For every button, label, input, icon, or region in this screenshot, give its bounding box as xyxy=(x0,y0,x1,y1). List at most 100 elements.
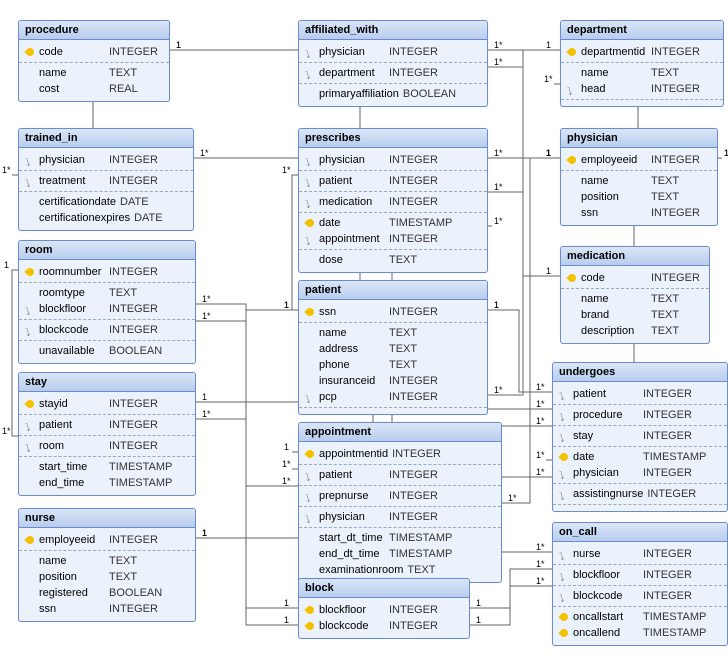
primary-key-icon xyxy=(567,273,577,283)
column-row: physicianINTEGER xyxy=(25,152,187,168)
primary-key-icon xyxy=(305,449,315,459)
entity-on_call[interactable]: on_callnurseINTEGERblockfloorINTEGERbloc… xyxy=(552,522,728,646)
column-row: end_timeTIMESTAMP xyxy=(25,475,189,491)
column-row: patientINTEGER xyxy=(559,386,721,402)
entity-affiliated_with[interactable]: affiliated_withphysicianINTEGERdepartmen… xyxy=(298,20,488,107)
column-row: roomtypeTEXT xyxy=(25,285,189,301)
column-type: INTEGER xyxy=(651,205,700,221)
relationship-line xyxy=(486,310,552,392)
column-type: INTEGER xyxy=(109,152,158,168)
column-row: examinationroomTEXT xyxy=(305,562,495,578)
entity-undergoes[interactable]: undergoespatientINTEGERprocedureINTEGERs… xyxy=(552,362,728,512)
cardinality-one: 1 xyxy=(546,148,551,158)
column-row: blockfloorINTEGER xyxy=(25,301,189,317)
column-type: INTEGER xyxy=(647,486,696,502)
cardinality-many: 1* xyxy=(536,416,545,426)
column-type: DATE xyxy=(120,194,149,210)
blank-icon xyxy=(567,326,577,336)
column-type: INTEGER xyxy=(389,488,438,504)
column-type: INTEGER xyxy=(643,386,692,402)
entity-stay[interactable]: staystayidINTEGERpatientINTEGERroomINTEG… xyxy=(18,372,196,496)
cardinality-one: 1 xyxy=(494,300,499,310)
entity-procedure[interactable]: procedurecodeINTEGERnameTEXTcostREAL xyxy=(18,20,170,102)
entity-medication[interactable]: medicationcodeINTEGERnameTEXTbrandTEXTde… xyxy=(560,246,710,344)
column-name: head xyxy=(581,81,647,97)
column-name: room xyxy=(39,438,105,454)
entity-title: block xyxy=(299,579,469,598)
column-type: INTEGER xyxy=(109,438,158,454)
entity-title: trained_in xyxy=(19,129,193,148)
column-type: INTEGER xyxy=(389,304,438,320)
relationship-line xyxy=(194,321,298,625)
blank-icon xyxy=(305,360,315,370)
foreign-key-icon xyxy=(25,420,35,430)
column-name: start_dt_time xyxy=(319,530,385,546)
column-type: INTEGER xyxy=(651,44,700,60)
column-name: name xyxy=(319,325,385,341)
entity-title: on_call xyxy=(553,523,727,542)
column-type: TEXT xyxy=(651,189,679,205)
column-name: position xyxy=(39,569,105,585)
entity-title: appointment xyxy=(299,423,501,442)
blank-icon xyxy=(25,68,35,78)
entity-block[interactable]: blockblockfloorINTEGERblockcodeINTEGER xyxy=(298,578,470,639)
entity-title: undergoes xyxy=(553,363,727,382)
foreign-key-icon xyxy=(559,591,569,601)
column-row: addressTEXT xyxy=(305,341,481,357)
cardinality-one: 1 xyxy=(546,148,551,158)
cardinality-one: 1 xyxy=(284,615,289,625)
column-row: positionTEXT xyxy=(25,569,189,585)
cardinality-one: 1 xyxy=(476,615,481,625)
entity-trained_in[interactable]: trained_inphysicianINTEGERtreatmentINTEG… xyxy=(18,128,194,231)
column-name: primaryaffiliation xyxy=(319,86,399,102)
column-name: blockfloor xyxy=(39,301,105,317)
primary-key-icon xyxy=(567,47,577,57)
cardinality-many: 1* xyxy=(494,216,503,226)
foreign-key-icon xyxy=(567,84,577,94)
blank-icon xyxy=(25,604,35,614)
column-row: stayINTEGER xyxy=(559,428,721,444)
column-name: phone xyxy=(319,357,385,373)
column-row: physicianINTEGER xyxy=(305,152,481,168)
column-name: name xyxy=(39,553,105,569)
column-type: DATE xyxy=(134,210,163,226)
blank-icon xyxy=(567,208,577,218)
cardinality-many: 1* xyxy=(202,409,211,419)
column-type: INTEGER xyxy=(109,417,158,433)
entity-room[interactable]: roomroomnumberINTEGERroomtypeTEXTblockfl… xyxy=(18,240,196,364)
primary-key-icon xyxy=(25,399,35,409)
column-row: primaryaffiliationBOOLEAN xyxy=(305,86,481,102)
column-name: dose xyxy=(319,252,385,268)
column-name: address xyxy=(319,341,385,357)
column-name: department xyxy=(319,65,385,81)
blank-icon xyxy=(305,89,315,99)
relationship-line xyxy=(486,50,560,67)
column-row: nameTEXT xyxy=(305,325,481,341)
entity-physician[interactable]: physicianemployeeidINTEGERnameTEXTpositi… xyxy=(560,128,718,226)
column-name: examinationroom xyxy=(319,562,403,578)
cardinality-one: 1 xyxy=(284,442,289,452)
column-name: name xyxy=(39,65,105,81)
foreign-key-icon xyxy=(305,512,315,522)
entity-patient[interactable]: patientssnINTEGERnameTEXTaddressTEXTphon… xyxy=(298,280,488,415)
entity-department[interactable]: departmentdepartmentidINTEGERnameTEXThea… xyxy=(560,20,724,107)
cardinality-many: 1* xyxy=(536,399,545,409)
entity-prescribes[interactable]: prescribesphysicianINTEGERpatientINTEGER… xyxy=(298,128,488,273)
column-row: blockcodeINTEGER xyxy=(305,618,463,634)
column-type: TEXT xyxy=(651,291,679,307)
column-type: INTEGER xyxy=(389,467,438,483)
foreign-key-icon xyxy=(305,491,315,501)
column-row: nameTEXT xyxy=(567,173,711,189)
cardinality-one: 1 xyxy=(4,260,9,270)
column-name: stayid xyxy=(39,396,105,412)
column-row: patientINTEGER xyxy=(25,417,189,433)
primary-key-icon xyxy=(305,605,315,615)
column-row: oncallendTIMESTAMP xyxy=(559,625,721,641)
column-name: certificationdate xyxy=(39,194,116,210)
cardinality-many: 1* xyxy=(282,459,291,469)
entity-nurse[interactable]: nurseemployeeidINTEGERnameTEXTpositionTE… xyxy=(18,508,196,622)
relationship-line xyxy=(194,486,298,538)
entity-title: department xyxy=(561,21,723,40)
entity-appointment[interactable]: appointmentappointmentidINTEGERpatientIN… xyxy=(298,422,502,583)
column-type: INTEGER xyxy=(389,509,438,525)
